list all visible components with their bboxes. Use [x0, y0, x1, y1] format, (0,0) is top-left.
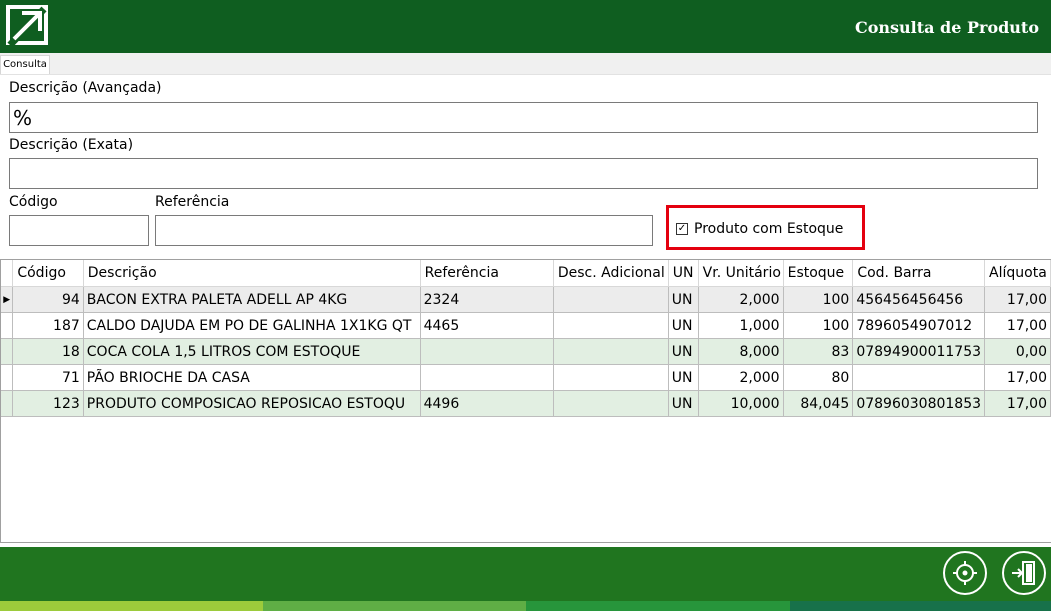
current-row-arrow-icon: ▶ [1, 286, 14, 313]
cell: 2324 [420, 286, 554, 313]
page-title: Consulta de Produto [854, 18, 1039, 37]
cell: 17,00 [984, 312, 1051, 339]
cell: 123 [12, 390, 84, 417]
row-indicator [1, 312, 14, 339]
product-grid[interactable]: Código Descrição Referência Desc. Adicio… [0, 259, 1051, 543]
cell: BACON EXTRA PALETA ADELL AP 4KG [83, 286, 421, 313]
desc-exata-label: Descrição (Exata) [9, 137, 134, 153]
cell: 18 [12, 338, 84, 365]
table-row[interactable]: 18 COCA COLA 1,5 LITROS COM ESTOQUE UN 8… [1, 338, 1051, 365]
cell: UN [668, 338, 699, 365]
column-header[interactable]: Desc. Adicional [553, 260, 669, 287]
cell [852, 364, 986, 391]
tab-consulta[interactable]: Consulta [0, 55, 50, 74]
cell: 84,045 [783, 390, 854, 417]
cell [553, 390, 669, 417]
cell: 07894900011753 [852, 338, 986, 365]
row-indicator-header [1, 260, 14, 287]
cell: COCA COLA 1,5 LITROS COM ESTOQUE [83, 338, 421, 365]
row-indicator [1, 338, 14, 365]
tab-bar: Consulta [0, 53, 1051, 75]
footer-bar [0, 547, 1051, 601]
column-header[interactable]: Cod. Barra [852, 260, 986, 287]
exit-button[interactable] [1002, 551, 1046, 595]
app-logo-icon [6, 5, 48, 48]
column-header[interactable]: Estoque [783, 260, 854, 287]
column-header[interactable]: Vr. Unitário [698, 260, 784, 287]
cell: UN [668, 312, 699, 339]
table-row[interactable]: 187 CALDO DAJUDA EM PO DE GALINHA 1X1KG … [1, 312, 1051, 339]
cell [553, 286, 669, 313]
cell: PÃO BRIOCHE DA CASA [83, 364, 421, 391]
cell: 2,000 [698, 286, 784, 313]
cell: 17,00 [984, 390, 1051, 417]
cell: 100 [783, 312, 854, 339]
row-indicator [1, 390, 14, 417]
footer-stripe [526, 601, 790, 611]
cell [420, 364, 554, 391]
exit-door-icon [1012, 561, 1035, 585]
cell [420, 338, 554, 365]
cell [553, 364, 669, 391]
cell: 07896030801853 [852, 390, 986, 417]
table-row[interactable]: ▶ 94 BACON EXTRA PALETA ADELL AP 4KG 232… [1, 286, 1051, 313]
column-header[interactable]: UN [668, 260, 699, 287]
app-header: Consulta de Produto [0, 0, 1051, 53]
cell: 187 [12, 312, 84, 339]
footer-stripe [263, 601, 526, 611]
cell: CALDO DAJUDA EM PO DE GALINHA 1X1KG QT [83, 312, 421, 339]
table-row[interactable]: 123 PRODUTO COMPOSICAO REPOSICAO ESTOQU … [1, 390, 1051, 417]
cell [553, 312, 669, 339]
cell: UN [668, 390, 699, 417]
cell [553, 338, 669, 365]
column-header[interactable]: Referência [420, 260, 554, 287]
codigo-label: Código [9, 194, 58, 210]
cell: 2,000 [698, 364, 784, 391]
referencia-input[interactable] [155, 215, 653, 246]
cell: 0,00 [984, 338, 1051, 365]
table-row[interactable]: 71 PÃO BRIOCHE DA CASA UN 2,000 80 17,00 [1, 364, 1051, 391]
crosshair-icon [953, 561, 977, 585]
cell: PRODUTO COMPOSICAO REPOSICAO ESTOQU [83, 390, 421, 417]
cell: 71 [12, 364, 84, 391]
cell: 83 [783, 338, 854, 365]
row-indicator [1, 364, 14, 391]
cell: 1,000 [698, 312, 784, 339]
cell: 8,000 [698, 338, 784, 365]
cell: 17,00 [984, 286, 1051, 313]
cell: 94 [12, 286, 84, 313]
footer-stripe [790, 601, 1051, 611]
referencia-label: Referência [155, 194, 230, 210]
estoque-checkbox-label[interactable]: Produto com Estoque [694, 221, 843, 237]
desc-avancada-label: Descrição (Avançada) [9, 80, 162, 96]
cell: 4496 [420, 390, 554, 417]
cell: 456456456456 [852, 286, 986, 313]
desc-avancada-input[interactable] [9, 102, 1038, 133]
estoque-checkbox[interactable]: ✓ [676, 223, 688, 235]
table-header-row: Código Descrição Referência Desc. Adicio… [1, 260, 1051, 287]
footer-stripe [0, 601, 263, 611]
cell: 100 [783, 286, 854, 313]
column-header[interactable]: Alíquota [984, 260, 1051, 287]
cell: 7896054907012 [852, 312, 986, 339]
cell: 80 [783, 364, 854, 391]
desc-exata-input[interactable] [9, 158, 1038, 189]
cell: UN [668, 364, 699, 391]
cell: 17,00 [984, 364, 1051, 391]
cell: 10,000 [698, 390, 784, 417]
locate-button[interactable] [943, 551, 987, 595]
product-table: Código Descrição Referência Desc. Adicio… [1, 260, 1051, 417]
cell: 4465 [420, 312, 554, 339]
column-header[interactable]: Descrição [83, 260, 421, 287]
column-header[interactable]: Código [12, 260, 84, 287]
codigo-input[interactable] [9, 215, 149, 246]
cell: UN [668, 286, 699, 313]
